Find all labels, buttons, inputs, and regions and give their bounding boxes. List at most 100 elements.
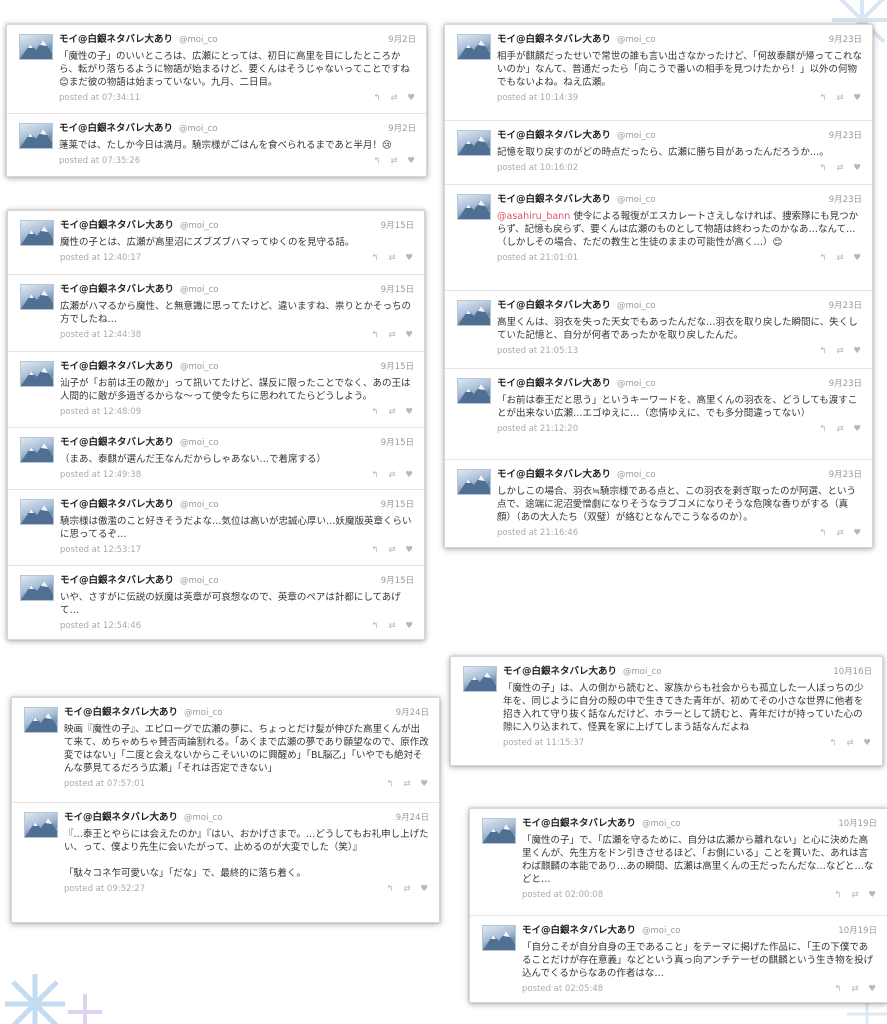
tweet-date[interactable]: 9月23日 (829, 129, 862, 144)
tweet[interactable]: モイ@白銀ネタバレ大あり @moi_co 10月16日 「魔性の子」は、人の側から読… (451, 657, 882, 763)
tweet-date[interactable]: 10月19日 (838, 924, 877, 939)
user-name[interactable]: モイ@白銀ネタバレ大あり (60, 435, 174, 450)
avatar[interactable] (457, 469, 491, 495)
tweet[interactable]: モイ@白銀ネタバレ大あり @moi_co 9月15日 驍宗様は傲濫のこと好きそうだよ… (8, 489, 424, 565)
retweet-icon[interactable]: ⇄ (402, 779, 412, 789)
retweet-icon[interactable]: ⇄ (389, 156, 399, 166)
tweet-date[interactable]: 9月15日 (381, 498, 414, 513)
reply-icon[interactable]: ↰ (385, 779, 395, 789)
favorite-icon[interactable]: ♥ (404, 621, 414, 631)
avatar[interactable] (20, 437, 54, 463)
favorite-icon[interactable]: ♥ (852, 93, 862, 103)
reply-icon[interactable]: ↰ (828, 738, 838, 748)
reply-icon[interactable]: ↰ (370, 330, 380, 340)
user-name[interactable]: モイ@白銀ネタバレ大あり (497, 376, 611, 391)
tweet[interactable]: モイ@白銀ネタバレ大あり @moi_co 9月24日 映画『魔性の子』、エピローグで… (12, 698, 439, 802)
avatar[interactable] (20, 361, 54, 387)
reply-icon[interactable]: ↰ (833, 890, 843, 900)
favorite-icon[interactable]: ♥ (852, 346, 862, 356)
favorite-icon[interactable]: ♥ (406, 93, 416, 103)
avatar[interactable] (24, 707, 58, 733)
tweet-date[interactable]: 9月15日 (381, 360, 414, 375)
tweet[interactable]: モイ@白銀ネタバレ大あり @moi_co 10月19日 「魔性の子」で、「広瀬を守る… (470, 809, 887, 915)
reply-icon[interactable]: ↰ (818, 253, 828, 263)
user-name[interactable]: モイ@白銀ネタバレ大あり (59, 121, 173, 136)
user-name[interactable]: モイ@白銀ネタバレ大あり (497, 298, 611, 313)
tweet[interactable]: モイ@白銀ネタバレ大あり @moi_co 9月15日 （まあ、泰麒が選んだ王なんだか… (8, 427, 424, 489)
tweet-date[interactable]: 9月23日 (829, 468, 862, 483)
tweet-date[interactable]: 9月23日 (829, 33, 862, 48)
retweet-icon[interactable]: ⇄ (387, 545, 397, 555)
user-handle[interactable]: @moi_co (184, 706, 222, 721)
user-name[interactable]: モイ@白銀ネタバレ大あり (60, 359, 174, 374)
favorite-icon[interactable]: ♥ (867, 890, 877, 900)
favorite-icon[interactable]: ♥ (852, 163, 862, 173)
tweet[interactable]: モイ@白銀ネタバレ大あり @moi_co 9月15日 魔性の子とは、広瀬が高里沼にズ… (8, 211, 424, 274)
retweet-icon[interactable]: ⇄ (835, 93, 845, 103)
user-name[interactable]: モイ@白銀ネタバレ大あり (522, 816, 636, 831)
tweet[interactable]: モイ@白銀ネタバレ大あり @moi_co 9月23日 記憶を取り戻すのがどの時点だっ… (445, 120, 872, 184)
reply-icon[interactable]: ↰ (372, 93, 382, 103)
tweet[interactable]: モイ@白銀ネタバレ大あり @moi_co 9月2日 「魔性の子」のいいところは、広瀬… (7, 25, 426, 113)
avatar[interactable] (19, 123, 53, 149)
tweet[interactable]: モイ@白銀ネタバレ大あり @moi_co 10月19日 「自分こそが自分自身の王であ… (470, 915, 887, 1000)
user-handle[interactable]: @moi_co (617, 193, 655, 208)
tweet[interactable]: モイ@白銀ネタバレ大あり @moi_co 9月15日 汕子が「お前は王の敵か」って訊… (8, 351, 424, 427)
user-handle[interactable]: @moi_co (617, 468, 655, 483)
favorite-icon[interactable]: ♥ (404, 545, 414, 555)
reply-icon[interactable]: ↰ (370, 470, 380, 480)
reply-icon[interactable]: ↰ (818, 93, 828, 103)
tweet-date[interactable]: 9月24日 (396, 811, 429, 826)
user-handle[interactable]: @moi_co (180, 360, 218, 375)
reply-icon[interactable]: ↰ (370, 545, 380, 555)
avatar[interactable] (20, 284, 54, 310)
user-name[interactable]: モイ@白銀ネタバレ大あり (497, 467, 611, 482)
user-handle[interactable]: @moi_co (180, 283, 218, 298)
user-name[interactable]: モイ@白銀ネタバレ大あり (497, 32, 611, 47)
retweet-icon[interactable]: ⇄ (835, 163, 845, 173)
retweet-icon[interactable]: ⇄ (387, 330, 397, 340)
avatar[interactable] (457, 300, 491, 326)
tweet-date[interactable]: 9月23日 (829, 193, 862, 208)
tweet[interactable]: モイ@白銀ネタバレ大あり @moi_co 9月15日 いや、さすがに伝説の妖魔は英章… (8, 565, 424, 639)
user-name[interactable]: モイ@白銀ネタバレ大あり (60, 573, 174, 588)
reply-icon[interactable]: ↰ (372, 156, 382, 166)
favorite-icon[interactable]: ♥ (404, 470, 414, 480)
favorite-icon[interactable]: ♥ (406, 156, 416, 166)
favorite-icon[interactable]: ♥ (867, 984, 877, 994)
user-handle[interactable]: @moi_co (180, 219, 218, 234)
retweet-icon[interactable]: ⇄ (850, 984, 860, 994)
mention-link[interactable]: @asahiru_bann (497, 211, 570, 222)
reply-icon[interactable]: ↰ (818, 424, 828, 434)
retweet-icon[interactable]: ⇄ (389, 93, 399, 103)
reply-icon[interactable]: ↰ (818, 528, 828, 538)
avatar[interactable] (20, 575, 54, 601)
retweet-icon[interactable]: ⇄ (845, 738, 855, 748)
user-name[interactable]: モイ@白銀ネタバレ大あり (497, 192, 611, 207)
tweet[interactable]: モイ@白銀ネタバレ大あり @moi_co 9月24日 『…泰王とやらには会えたのか』… (12, 802, 439, 920)
tweet[interactable]: モイ@白銀ネタバレ大あり @moi_co 9月23日 「お前は泰王だと思う」というキ… (445, 368, 872, 459)
user-handle[interactable]: @moi_co (180, 574, 218, 589)
retweet-icon[interactable]: ⇄ (387, 407, 397, 417)
retweet-icon[interactable]: ⇄ (387, 253, 397, 263)
tweet-date[interactable]: 9月15日 (381, 283, 414, 298)
tweet[interactable]: モイ@白銀ネタバレ大あり @moi_co 9月2日 蓬莱では、たしか今日は満月。驍宗… (7, 113, 426, 175)
user-handle[interactable]: @moi_co (617, 33, 655, 48)
tweet-date[interactable]: 9月15日 (381, 574, 414, 589)
favorite-icon[interactable]: ♥ (404, 253, 414, 263)
reply-icon[interactable]: ↰ (370, 407, 380, 417)
tweet[interactable]: モイ@白銀ネタバレ大あり @moi_co 9月23日 相手が麒麟だったせいで常世の誰… (445, 25, 872, 120)
tweet-date[interactable]: 9月24日 (396, 706, 429, 721)
avatar[interactable] (19, 34, 53, 60)
retweet-icon[interactable]: ⇄ (835, 346, 845, 356)
reply-icon[interactable]: ↰ (370, 621, 380, 631)
user-name[interactable]: モイ@白銀ネタバレ大あり (522, 923, 636, 938)
tweet-date[interactable]: 9月15日 (381, 219, 414, 234)
user-handle[interactable]: @moi_co (642, 817, 680, 832)
user-name[interactable]: モイ@白銀ネタバレ大あり (503, 664, 617, 679)
user-handle[interactable]: @moi_co (179, 122, 217, 137)
user-name[interactable]: モイ@白銀ネタバレ大あり (60, 218, 174, 233)
reply-icon[interactable]: ↰ (818, 163, 828, 173)
avatar[interactable] (20, 220, 54, 246)
reply-icon[interactable]: ↰ (833, 984, 843, 994)
